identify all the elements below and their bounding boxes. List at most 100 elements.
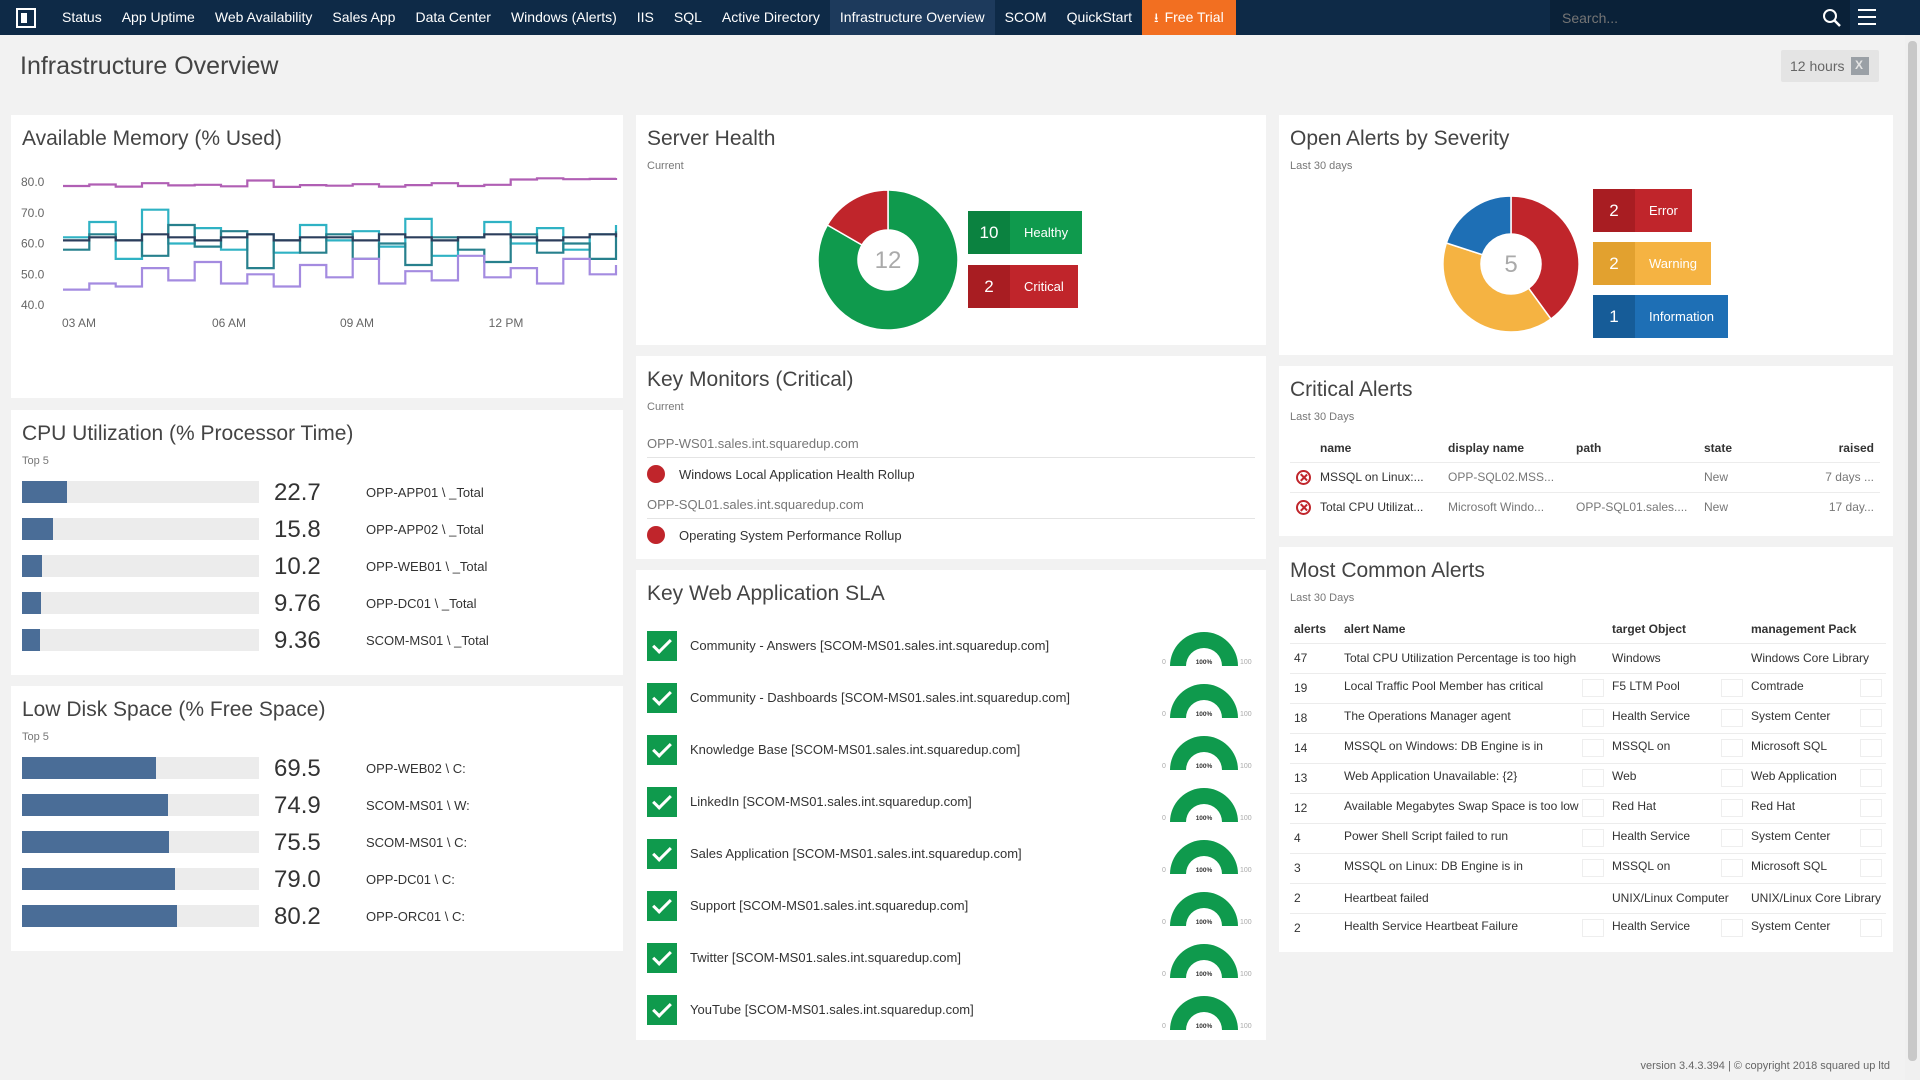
nav-item-status[interactable]: Status [52,0,112,35]
row-action-button[interactable] [1582,859,1604,877]
row-action-button[interactable] [1721,739,1743,757]
table-row[interactable]: 14 MSSQL on Windows: DB Engine is in MSSQL… [1290,732,1886,763]
cpu-row[interactable]: 22.7 OPP-APP01 \ _Total [22,479,622,506]
row-action-button[interactable] [1721,709,1743,727]
row-action-button[interactable] [1582,799,1604,817]
nav-item-infrastructure-overview[interactable]: Infrastructure Overview [829,0,995,35]
squaredup-logo[interactable] [0,0,52,35]
nav-item-data-center[interactable]: Data Center [405,0,500,35]
page-scrollbar[interactable] [1905,35,1920,1080]
row-action-button[interactable] [1721,679,1743,697]
row-action-button[interactable] [1860,859,1882,877]
sla-row[interactable]: Community - Dashboards [SCOM-MS01.sales.… [647,678,1252,718]
disk-row[interactable]: 74.9 SCOM-MS01 \ W: [22,792,622,819]
table-row[interactable]: Total CPU Utilizat... Microsoft Windo... O… [1290,491,1880,522]
cpu-row[interactable]: 9.36 SCOM-MS01 \ _Total [22,627,622,654]
row-action-button[interactable] [1860,919,1882,938]
nav-item-scom[interactable]: SCOM [995,0,1057,35]
column-header[interactable]: display name [1442,434,1570,462]
disk-row[interactable]: 69.5 OPP-WEB02 \ C: [22,755,622,782]
disk-row[interactable]: 80.2 OPP-ORC01 \ C: [22,903,622,930]
hamburger-menu-icon[interactable] [1858,9,1876,25]
table-row[interactable]: 18 The Operations Manager agent Health Ser… [1290,702,1886,733]
row-action-button[interactable] [1721,769,1743,787]
table-row[interactable]: 13 Web Application Unavailable: {2} Web Web… [1290,762,1886,793]
sla-row[interactable]: Knowledge Base [SCOM-MS01.sales.int.squa… [647,730,1252,770]
monitor-item[interactable]: Operating System Performance Rollup [647,526,902,544]
sla-row[interactable]: Community - Answers [SCOM-MS01.sales.int… [647,626,1252,666]
column-header[interactable]: alerts [1290,615,1340,643]
nav-item-web-availability[interactable]: Web Availability [205,0,323,35]
column-header[interactable]: alert Name [1340,615,1608,643]
nav-item-quickstart[interactable]: QuickStart [1057,0,1142,35]
error-legend[interactable]: 2 Error [1593,189,1692,232]
sla-row[interactable]: YouTube [SCOM-MS01.sales.int.squaredup.c… [647,990,1252,1030]
row-action-button[interactable] [1721,829,1743,847]
nav-item-sql[interactable]: SQL [664,0,712,35]
memory-series-line[interactable] [63,223,618,270]
table-row[interactable]: 12 Available Megabytes Swap Space is too … [1290,792,1886,823]
nav-item-iis[interactable]: IIS [627,0,664,35]
table-row[interactable]: 2 Heartbeat failed UNIX/Linux Computer UNIX… [1290,882,1886,913]
row-action-button[interactable] [1582,829,1604,847]
nav-item-app-uptime[interactable]: App Uptime [112,0,205,35]
row-action-button[interactable] [1860,829,1882,847]
column-header[interactable]: target Object [1608,615,1747,643]
monitor-item[interactable]: Windows Local Application Health Rollup [647,465,915,483]
row-action-button[interactable] [1582,709,1604,727]
healthy-legend[interactable]: 10 Healthy [968,211,1083,254]
search-input[interactable] [1550,0,1810,35]
table-row[interactable]: 4 Power Shell Script failed to run Health … [1290,822,1886,853]
row-action-button[interactable] [1860,799,1882,817]
nav-item-active-directory[interactable]: Active Directory [712,0,830,35]
warning-legend[interactable]: 2 Warning [1593,242,1711,285]
row-action-button[interactable] [1860,739,1882,757]
table-row[interactable]: 19 Local Traffic Pool Member has critical… [1290,672,1886,703]
monitor-host[interactable]: OPP-SQL01.sales.int.squaredup.com [647,497,864,512]
table-row[interactable]: 3 MSSQL on Linux: DB Engine is in MSSQL on… [1290,852,1886,883]
row-action-button[interactable] [1721,859,1743,877]
column-header[interactable]: state [1698,434,1800,462]
column-header[interactable]: path [1570,434,1698,462]
server-health-donut[interactable]: 12 [818,190,958,330]
donut-slice-information[interactable] [1445,196,1512,256]
row-action-button[interactable] [1582,679,1604,697]
row-action-button[interactable] [1860,679,1882,697]
sla-row[interactable]: LinkedIn [SCOM-MS01.sales.int.squaredup.… [647,782,1252,822]
column-header[interactable]: name [1314,434,1442,462]
disk-row[interactable]: 75.5 SCOM-MS01 \ C: [22,829,622,856]
search-icon[interactable] [1822,8,1842,28]
row-action-button[interactable] [1582,919,1604,938]
disk-row[interactable]: 79.0 OPP-DC01 \ C: [22,866,622,893]
cpu-row[interactable]: 15.8 OPP-APP02 \ _Total [22,516,622,543]
alerts-severity-donut[interactable]: 5 [1443,196,1579,332]
sla-gauge: 0 100 100% [1162,632,1252,666]
free-trial-button[interactable]: ⭳ Free Trial [1142,0,1236,35]
cpu-row[interactable]: 10.2 OPP-WEB01 \ _Total [22,553,622,580]
row-action-button[interactable] [1582,739,1604,757]
sla-row[interactable]: Support [SCOM-MS01.sales.int.squaredup.c… [647,886,1252,926]
table-row[interactable]: 2 Health Service Heartbeat Failure Health … [1290,912,1886,943]
sla-row[interactable]: Sales Application [SCOM-MS01.sales.int.s… [647,834,1252,874]
column-header[interactable]: management Pack [1747,615,1886,643]
nav-item-sales-app[interactable]: Sales App [322,0,405,35]
critical-legend[interactable]: 2 Critical [968,265,1078,308]
sla-gauge: 0 100 100% [1162,684,1252,718]
cpu-row[interactable]: 9.76 OPP-DC01 \ _Total [22,590,622,617]
excel-export-icon[interactable] [1851,57,1869,75]
row-action-button[interactable] [1721,919,1743,938]
row-action-button[interactable] [1582,769,1604,787]
monitor-host[interactable]: OPP-WS01.sales.int.squaredup.com [647,436,859,451]
row-action-button[interactable] [1860,709,1882,727]
table-row[interactable]: 47 Total CPU Utilization Percentage is to… [1290,642,1886,673]
nav-item-windows-alerts[interactable]: Windows (Alerts) [501,0,627,35]
row-action-button[interactable] [1721,799,1743,817]
sla-row[interactable]: Twitter [SCOM-MS01.sales.int.squaredup.c… [647,938,1252,978]
column-header[interactable]: raised [1800,434,1880,462]
table-row[interactable]: MSSQL on Linux:... OPP-SQL02.MSS... New 7 d… [1290,461,1880,492]
row-action-button[interactable] [1860,769,1882,787]
timeframe-selector[interactable]: 12 hours [1781,50,1879,82]
info-legend[interactable]: 1 Information [1593,295,1729,338]
memory-series-line[interactable] [63,254,618,291]
memory-series-line[interactable] [63,177,618,188]
